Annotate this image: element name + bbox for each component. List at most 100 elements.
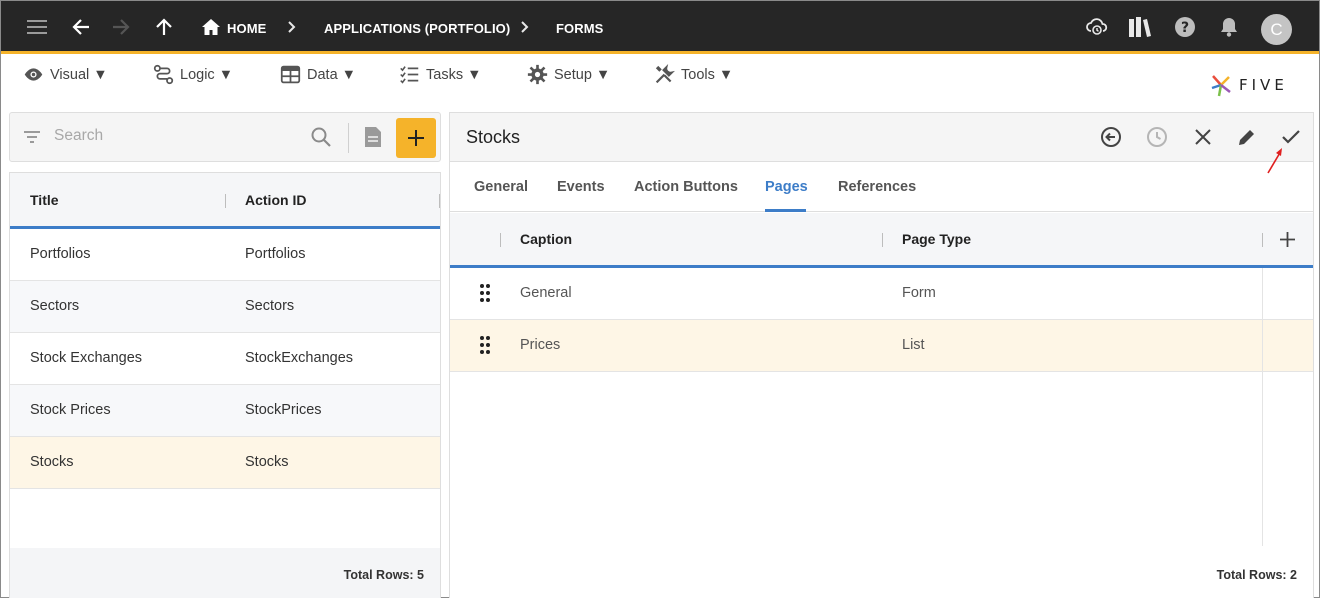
cell-action-id: Sectors <box>245 298 295 314</box>
column-header-title[interactable]: Title <box>30 192 59 208</box>
gear-icon <box>527 64 548 85</box>
panel-title: Stocks <box>466 127 521 147</box>
form-detail-panel: Stocks General Events Action Buttons Pag… <box>449 112 1314 598</box>
menu-tasks[interactable]: Tasks ▼ <box>399 64 481 85</box>
check-icon <box>1282 130 1300 144</box>
logo-text: FIVE <box>1239 76 1288 94</box>
revert-icon <box>1101 127 1121 147</box>
panel-header: Stocks <box>450 113 1313 174</box>
menu-tools[interactable]: Tools ▼ <box>654 64 733 85</box>
tab-action-buttons[interactable]: Action Buttons <box>634 179 738 195</box>
eye-icon <box>24 68 43 81</box>
chevron-right-icon <box>286 15 298 44</box>
menu-logic-label: Logic ▼ <box>180 66 234 83</box>
avatar[interactable]: C <box>1261 14 1292 45</box>
cell-action-id: StockPrices <box>245 402 322 418</box>
table-row[interactable]: Portfolios Portfolios <box>10 229 440 281</box>
cell-action-id: Portfolios <box>245 246 306 262</box>
table-row-selected[interactable]: Stocks Stocks <box>10 437 440 489</box>
forms-list-table: Title Action ID Portfolios Portfolios Se… <box>9 172 441 598</box>
breadcrumb-applications[interactable]: APPLICATIONS (PORTFOLIO) <box>324 21 510 36</box>
tools-icon <box>655 64 675 84</box>
cell-page-type: Form <box>902 285 936 301</box>
menu-data[interactable]: Data ▼ <box>280 64 356 85</box>
cell-action-id: Stocks <box>245 454 289 470</box>
plus-icon <box>1280 232 1295 247</box>
menu-icon[interactable] <box>25 15 49 39</box>
cell-title: Sectors <box>30 298 80 314</box>
add-page-button[interactable] <box>1279 231 1296 253</box>
chevron-right-icon <box>519 15 531 44</box>
cell-page-type: List <box>902 337 925 353</box>
cell-title: Stock Prices <box>30 402 111 418</box>
five-logo: FIVE <box>1209 72 1288 98</box>
forward-arrow-icon[interactable] <box>109 15 133 39</box>
home-icon[interactable] <box>199 15 223 39</box>
table-header: Title Action ID <box>10 173 440 229</box>
table-row[interactable]: Stock Exchanges StockExchanges <box>10 333 440 385</box>
menu-setup[interactable]: Setup ▼ <box>527 64 610 85</box>
active-tab-indicator <box>765 209 806 212</box>
table-row[interactable]: Sectors Sectors <box>10 281 440 333</box>
tab-bar: General Events Action Buttons Pages Refe… <box>450 162 1313 212</box>
svg-text:?: ? <box>1181 20 1189 36</box>
cell-title: Stock Exchanges <box>30 350 143 366</box>
search-icon[interactable] <box>310 126 332 153</box>
cell-action-id: StockExchanges <box>245 350 354 366</box>
add-button[interactable] <box>396 118 436 158</box>
tab-events[interactable]: Events <box>557 179 605 195</box>
drag-handle-icon[interactable] <box>479 283 491 307</box>
search-input[interactable] <box>54 127 294 145</box>
column-divider <box>882 233 883 247</box>
column-divider <box>500 233 501 247</box>
total-rows: Total Rows: 2 <box>1216 568 1297 582</box>
tab-references[interactable]: References <box>838 179 916 195</box>
menu-visual-label: Visual ▼ <box>50 66 108 83</box>
table-icon <box>280 65 301 84</box>
edit-button[interactable] <box>1235 125 1259 149</box>
bell-icon[interactable] <box>1217 15 1241 39</box>
table-footer: Total Rows: 5 <box>10 548 440 598</box>
cell-title: Stocks <box>30 454 74 470</box>
filter-icon[interactable] <box>22 127 42 152</box>
history-button[interactable] <box>1145 125 1169 149</box>
library-icon[interactable] <box>1128 15 1152 39</box>
search-divider <box>348 123 349 153</box>
menu-tools-label: Tools ▼ <box>681 66 734 83</box>
top-bar: HOME APPLICATIONS (PORTFOLIO) FORMS ? C <box>1 1 1319 54</box>
cancel-button[interactable] <box>1191 125 1215 149</box>
up-arrow-icon[interactable] <box>152 15 176 39</box>
pencil-icon <box>1239 130 1254 145</box>
column-header-action-id[interactable]: Action ID <box>245 192 306 208</box>
tab-general[interactable]: General <box>474 179 528 195</box>
column-divider <box>1262 233 1263 247</box>
pages-table-header: Caption Page Type <box>450 213 1313 268</box>
cell-caption: General <box>520 285 572 301</box>
logic-icon <box>153 64 174 85</box>
menu-visual[interactable]: Visual ▼ <box>23 64 108 85</box>
breadcrumb-forms[interactable]: FORMS <box>556 21 603 36</box>
five-logo-icon <box>1211 75 1231 97</box>
column-divider <box>439 194 440 208</box>
menu-setup-label: Setup ▼ <box>554 66 611 83</box>
back-arrow-icon[interactable] <box>69 15 93 39</box>
menu-logic[interactable]: Logic ▼ <box>153 64 233 85</box>
cloud-sync-icon[interactable] <box>1085 15 1109 39</box>
column-divider <box>225 194 226 208</box>
table-row[interactable]: General Form <box>450 268 1313 320</box>
table-row[interactable]: Stock Prices StockPrices <box>10 385 440 437</box>
drag-handle-icon[interactable] <box>479 335 491 359</box>
menu-data-label: Data ▼ <box>307 66 357 83</box>
column-header-caption[interactable]: Caption <box>520 231 572 247</box>
plus-icon <box>408 130 424 146</box>
document-icon[interactable] <box>363 125 383 154</box>
tab-pages[interactable]: Pages <box>765 179 808 195</box>
menu-bar: Visual ▼ Logic ▼ Data ▼ Tasks ▼ Setup ▼ … <box>1 57 1319 107</box>
menu-tasks-label: Tasks ▼ <box>426 66 482 83</box>
column-header-page-type[interactable]: Page Type <box>902 231 971 247</box>
column-divider <box>1262 268 1263 546</box>
table-row-selected[interactable]: Prices List <box>450 320 1313 372</box>
breadcrumb-home[interactable]: HOME <box>227 21 266 36</box>
revert-button[interactable] <box>1099 125 1123 149</box>
help-icon[interactable]: ? <box>1173 15 1197 39</box>
